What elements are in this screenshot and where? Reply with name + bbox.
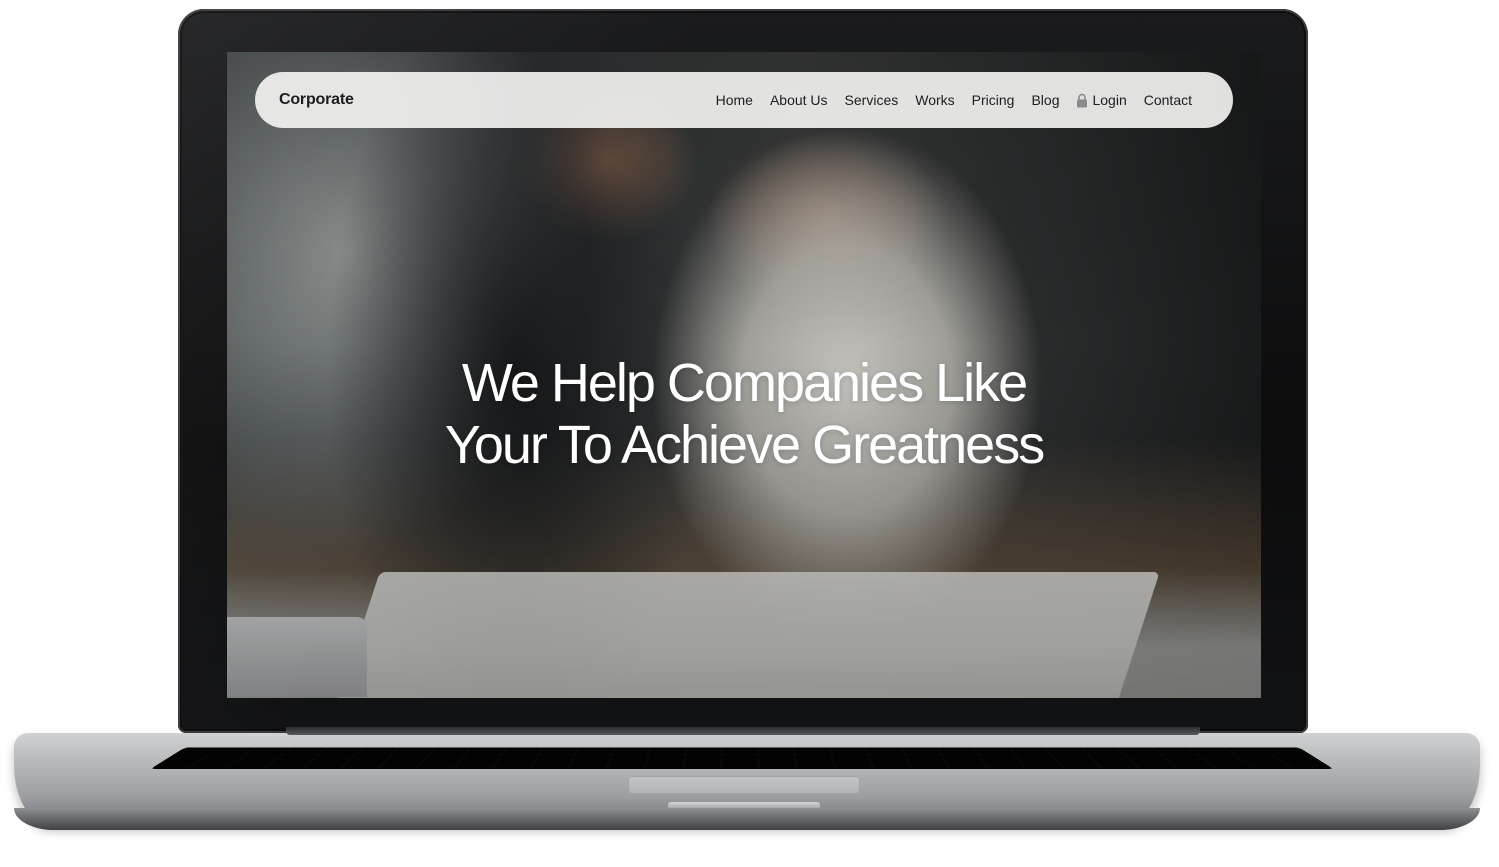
- nav-link-blog[interactable]: Blog: [1031, 92, 1059, 108]
- nav-link-about-us[interactable]: About Us: [770, 92, 828, 108]
- laptop-trackpad: [628, 776, 860, 794]
- hero-headline-line-2: Your To Achieve Greatness: [444, 415, 1045, 475]
- nav-link-services[interactable]: Services: [845, 92, 899, 108]
- hero-headline-line-1: We Help Companies Like: [461, 353, 1028, 413]
- nav-links: Home About Us Services Works Pricing Blo…: [716, 92, 1192, 108]
- laptop-screen: Corporate Home About Us Services Works P…: [227, 52, 1261, 698]
- laptop-base-edge: [14, 808, 1480, 830]
- laptop-mockup: Corporate Home About Us Services Works P…: [0, 0, 1499, 867]
- nav-link-works[interactable]: Works: [915, 92, 954, 108]
- laptop-open-notch: [668, 802, 820, 808]
- top-navbar: Corporate Home About Us Services Works P…: [255, 72, 1233, 128]
- nav-link-login-label: Login: [1092, 92, 1127, 108]
- nav-link-pricing[interactable]: Pricing: [972, 92, 1015, 108]
- nav-link-login[interactable]: Login: [1076, 92, 1127, 108]
- brand-logo[interactable]: Corporate: [279, 91, 354, 109]
- laptop-hinge: [286, 727, 1200, 735]
- lock-icon: [1076, 93, 1088, 108]
- nav-link-home[interactable]: Home: [716, 92, 753, 108]
- hero-headline: We Help Companies Like Your To Achieve G…: [227, 352, 1261, 476]
- nav-link-contact[interactable]: Contact: [1144, 92, 1192, 108]
- laptop-keyboard: [150, 747, 1334, 770]
